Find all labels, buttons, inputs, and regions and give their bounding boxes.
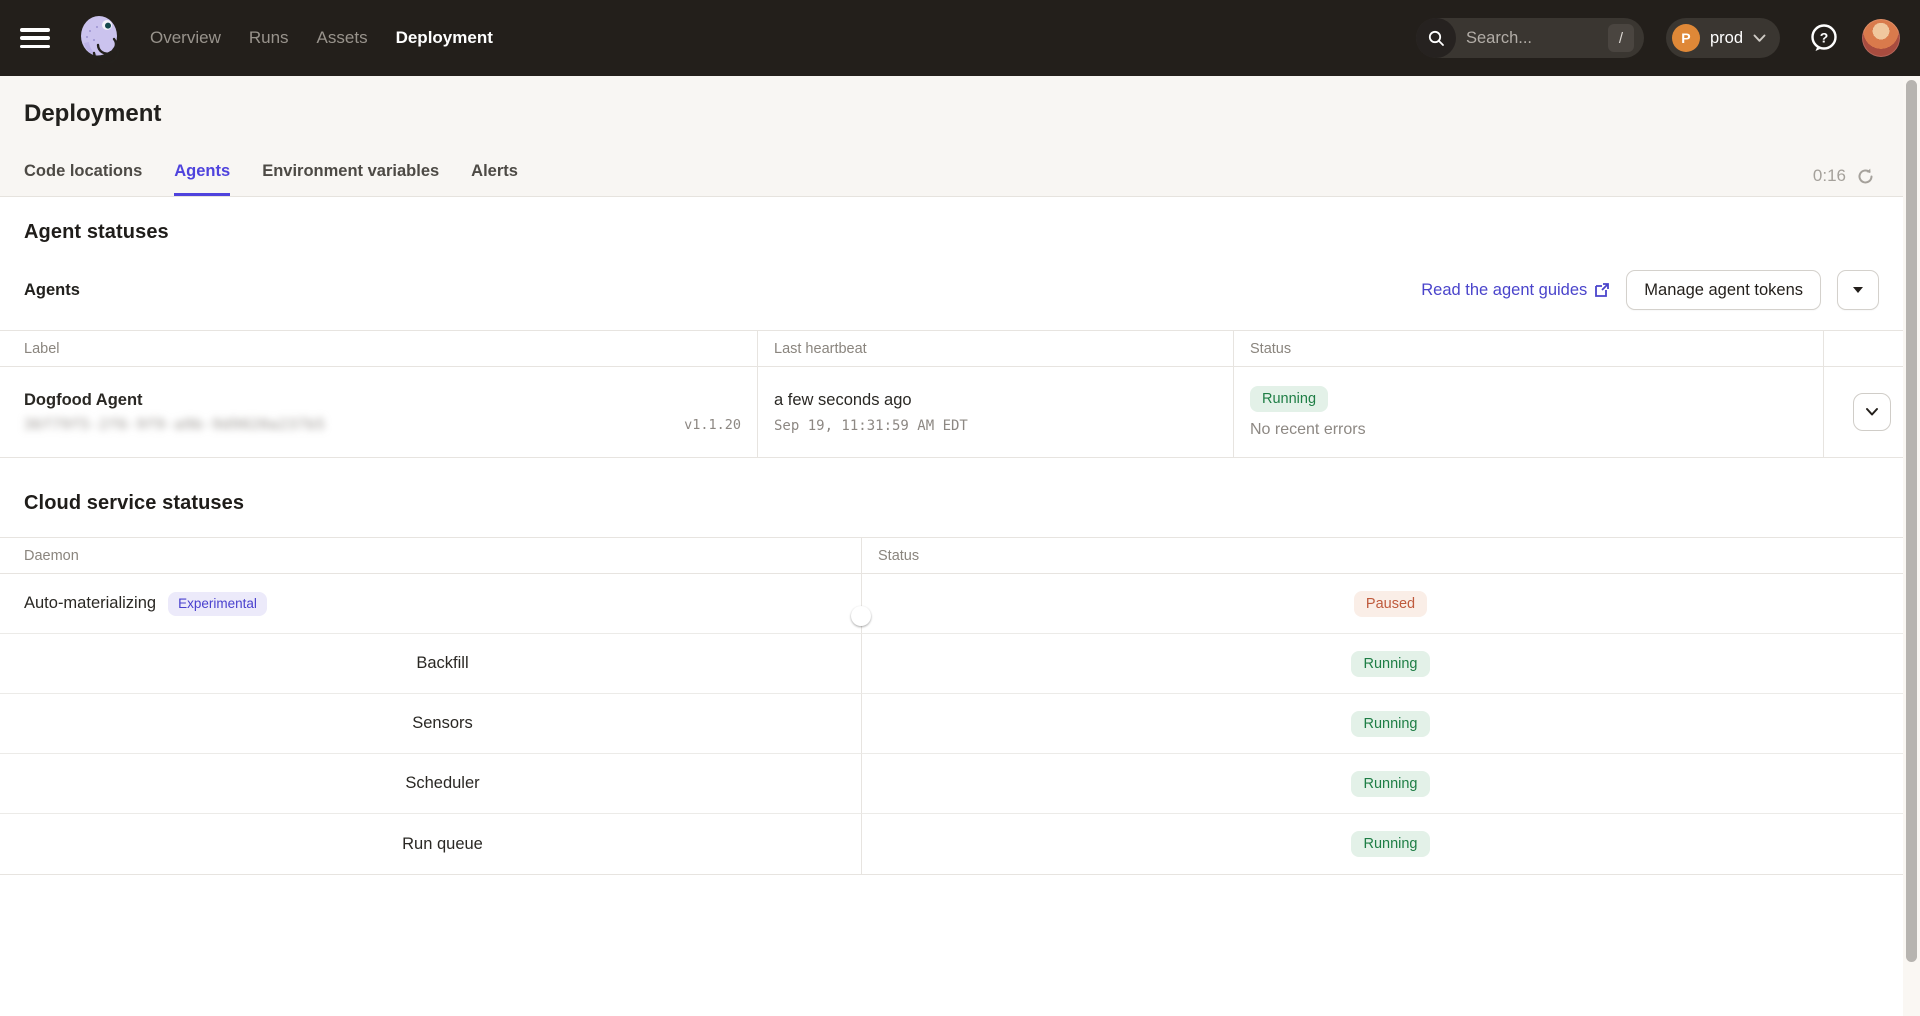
- org-name: prod: [1710, 29, 1743, 48]
- heartbeat-timestamp: Sep 19, 11:31:59 AM EDT: [774, 418, 1233, 434]
- scrollbar-thumb[interactable]: [1906, 80, 1917, 962]
- tab-alerts[interactable]: Alerts: [471, 152, 518, 196]
- daemon-name: Backfill: [416, 654, 468, 673]
- running-status-badge: Running: [1351, 651, 1429, 677]
- scrollbar-track: [1903, 76, 1920, 1016]
- page-title: Deployment: [0, 76, 1903, 128]
- agent-label-cell: Dogfood Agent 36f79f5-2f6-9f9-a9b-9d9020…: [0, 367, 758, 457]
- daemon-cell-run-queue: Run queue: [0, 814, 862, 874]
- manage-agent-tokens-button[interactable]: Manage agent tokens: [1626, 270, 1821, 310]
- col-header-daemon: Daemon: [0, 538, 862, 574]
- agent-row-expand-cell: [1824, 367, 1903, 457]
- agent-name: Dogfood Agent: [24, 391, 757, 410]
- search-input[interactable]: [1466, 29, 1608, 48]
- daemon-name: Scheduler: [405, 774, 479, 793]
- agent-row-expand-button[interactable]: [1853, 393, 1891, 431]
- agent-statuses-heading: Agent statuses: [24, 221, 1879, 244]
- agent-status-cell: Running No recent errors: [1234, 367, 1824, 457]
- daemon-cell-backfill: Backfill: [0, 634, 862, 694]
- nav-deployment[interactable]: Deployment: [396, 28, 493, 48]
- org-avatar: P: [1672, 24, 1700, 52]
- agents-table: Label Last heartbeat Status Dogfood Agen…: [0, 330, 1903, 458]
- octopus-mascot-icon: [74, 13, 124, 63]
- search-icon: [1416, 18, 1456, 58]
- heartbeat-relative: a few seconds ago: [774, 391, 1233, 410]
- tab-environment-variables[interactable]: Environment variables: [262, 152, 439, 196]
- search-shortcut-badge: /: [1608, 24, 1634, 52]
- cloud-services-table: Daemon Status Auto-materializing Experim…: [0, 537, 1903, 875]
- running-status-badge: Running: [1351, 711, 1429, 737]
- col-header-status: Status: [1234, 331, 1824, 367]
- refresh-icon[interactable]: [1856, 167, 1875, 186]
- col-header-last-heartbeat: Last heartbeat: [758, 331, 1234, 367]
- user-avatar[interactable]: [1862, 19, 1900, 57]
- col-header-actions: [1824, 331, 1903, 367]
- agent-guides-link[interactable]: Read the agent guides: [1421, 281, 1610, 300]
- agent-status-detail: No recent errors: [1250, 421, 1823, 439]
- refresh-countdown: 0:16: [1813, 166, 1846, 186]
- col-header-label: Label: [0, 331, 758, 367]
- col-header-daemon-status: Status: [862, 538, 1903, 574]
- daemon-name: Sensors: [412, 714, 473, 733]
- running-status-badge: Running: [1351, 771, 1429, 797]
- toggle-knob: [851, 606, 871, 626]
- hamburger-menu-icon[interactable]: [20, 25, 50, 51]
- svg-text:?: ?: [1820, 30, 1829, 46]
- daemon-name: Run queue: [402, 835, 483, 854]
- page-header: Deployment Code locations Agents Environ…: [0, 76, 1903, 197]
- daemon-name: Auto-materializing: [24, 594, 156, 613]
- nav-overview[interactable]: Overview: [150, 28, 221, 48]
- deployment-tabs: Code locations Agents Environment variab…: [0, 152, 1903, 196]
- cloud-service-statuses-heading: Cloud service statuses: [24, 492, 1879, 515]
- daemon-status-cell: Running: [862, 754, 1903, 814]
- experimental-badge: Experimental: [168, 592, 267, 616]
- help-icon[interactable]: ?: [1808, 22, 1840, 54]
- daemon-status-cell: Running: [862, 694, 1903, 754]
- agent-status-badge: Running: [1250, 386, 1328, 412]
- agent-heartbeat-cell: a few seconds ago Sep 19, 11:31:59 AM ED…: [758, 367, 1234, 457]
- agent-id-redacted: 36f79f5-2f6-9f9-a9b-9d9020a237b5: [24, 417, 684, 433]
- tab-code-locations[interactable]: Code locations: [24, 152, 142, 196]
- agent-version: v1.1.20: [684, 417, 741, 433]
- running-status-badge: Running: [1351, 831, 1429, 857]
- agent-actions-dropdown-button[interactable]: [1837, 270, 1879, 310]
- daemon-status-cell: Paused: [862, 574, 1903, 634]
- tab-agents[interactable]: Agents: [174, 152, 230, 196]
- nav-runs[interactable]: Runs: [249, 28, 289, 48]
- org-switcher[interactable]: P prod: [1666, 18, 1780, 58]
- chevron-down-icon: [1865, 407, 1879, 417]
- nav-assets[interactable]: Assets: [317, 28, 368, 48]
- daemon-status-cell: Running: [862, 814, 1903, 874]
- daemon-cell-scheduler: Scheduler: [0, 754, 862, 814]
- paused-status-badge: Paused: [1354, 591, 1427, 617]
- daemon-status-cell: Running: [862, 634, 1903, 694]
- daemon-cell-auto-materializing: Auto-materializing Experimental: [0, 574, 862, 634]
- search-bar[interactable]: /: [1416, 18, 1644, 58]
- top-nav: Overview Runs Assets Deployment: [150, 28, 493, 48]
- chevron-down-icon: [1753, 34, 1766, 43]
- external-link-icon: [1594, 282, 1610, 298]
- agents-subheading: Agents: [24, 281, 80, 300]
- topbar: Overview Runs Assets Deployment / P prod…: [0, 0, 1920, 76]
- caret-down-icon: [1853, 287, 1863, 293]
- daemon-cell-sensors: Sensors: [0, 694, 862, 754]
- main-content: Agent statuses Agents Read the agent gui…: [0, 197, 1903, 875]
- dagster-logo[interactable]: [74, 13, 124, 63]
- agent-guides-link-label: Read the agent guides: [1421, 281, 1587, 300]
